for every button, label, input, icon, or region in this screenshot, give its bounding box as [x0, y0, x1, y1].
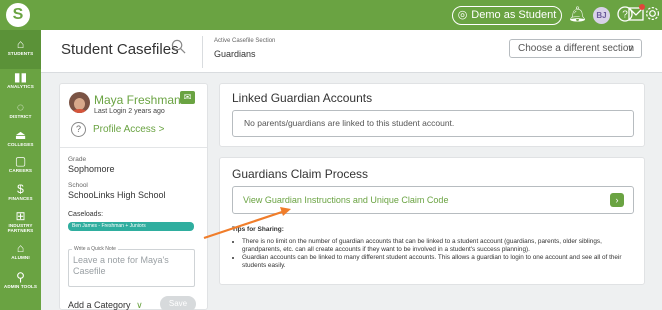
annotation-arrow	[203, 207, 291, 240]
